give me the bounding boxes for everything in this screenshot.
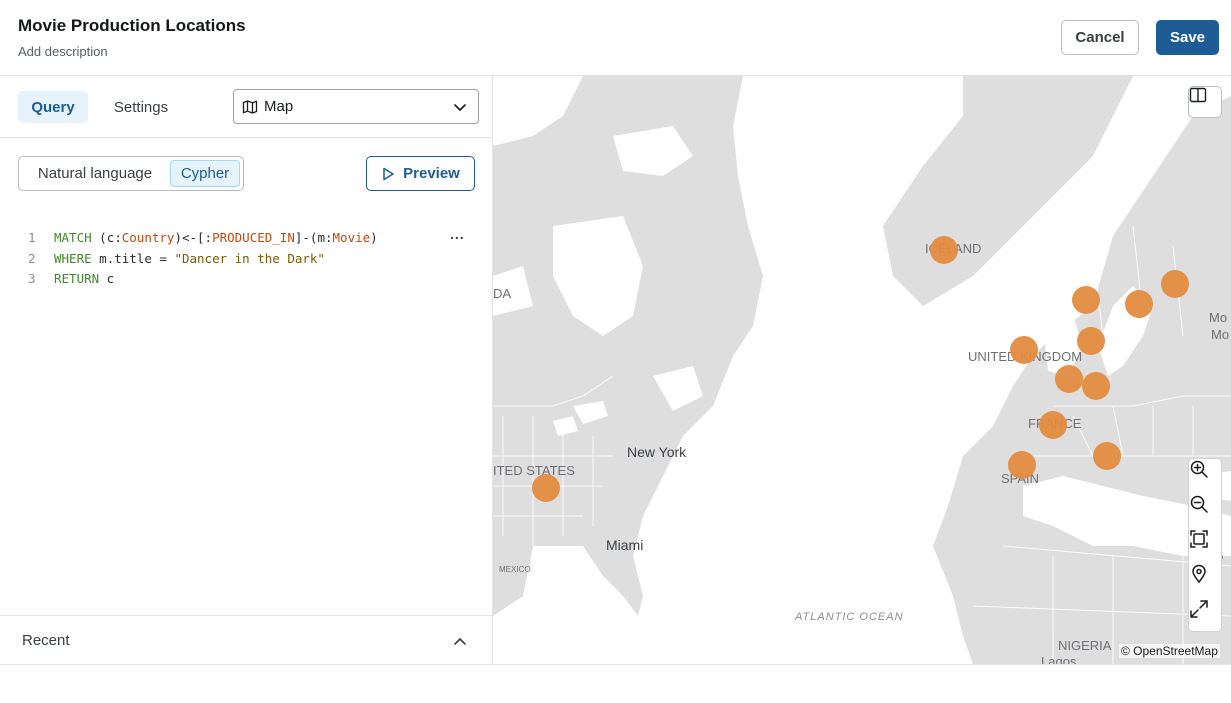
- marker-united-kingdom[interactable]: [1010, 336, 1038, 364]
- line-number: 1: [28, 230, 36, 245]
- dialog-header: Movie Production Locations Add descripti…: [0, 0, 1231, 76]
- fit-to-screen-icon: [1190, 530, 1208, 548]
- tab-query[interactable]: Query: [18, 91, 88, 123]
- query-panel: Query Settings Map Natural language Cyph…: [0, 76, 493, 664]
- dashboard-title[interactable]: Movie Production Locations: [18, 16, 246, 36]
- play-icon: [383, 167, 394, 180]
- label-moscow-2: Mo: [1211, 327, 1230, 342]
- marker-finland[interactable]: [1161, 270, 1189, 298]
- visualization-select[interactable]: Map: [233, 89, 479, 124]
- add-description-link[interactable]: Add description: [18, 44, 108, 59]
- map-attribution[interactable]: © OpenStreetMap: [1119, 644, 1220, 658]
- label-nigeria: NIGERIA: [1058, 638, 1112, 653]
- code-token: ]-(m:: [294, 230, 333, 245]
- code-line: 1 MATCH (c:Country)<-[:PRODUCED_IN]-(m:Mo…: [18, 228, 478, 249]
- chevron-up-icon[interactable]: [452, 633, 468, 649]
- line-number: 2: [28, 250, 36, 266]
- mode-natural-language[interactable]: Natural language: [22, 160, 168, 187]
- marker-spain[interactable]: [1008, 451, 1036, 479]
- code-token: RETURN: [54, 271, 100, 286]
- label-new-york: New York: [627, 444, 687, 460]
- code-token: PRODUCED_IN: [212, 230, 295, 245]
- marker-netherlands[interactable]: [1055, 365, 1083, 393]
- zoom-in-button[interactable]: [1189, 459, 1223, 493]
- marker-sweden[interactable]: [1125, 290, 1153, 318]
- recent-label: Recent: [22, 632, 70, 649]
- toggle-panel-button[interactable]: [1188, 86, 1222, 118]
- label-moscow: Mo: [1209, 310, 1228, 325]
- label-lagos: Lagos: [1041, 654, 1077, 664]
- code-text: MATCH (c:Country)<-[:PRODUCED_IN]-(m:Mov…: [46, 228, 378, 249]
- label-mexico: MEXICO: [499, 565, 531, 574]
- cypher-editor[interactable]: 1 MATCH (c:Country)<-[:PRODUCED_IN]-(m:Mo…: [18, 228, 478, 290]
- code-token: (c:: [91, 230, 122, 245]
- location-pin-icon: [1192, 564, 1206, 584]
- query-mode-toggle: Natural language Cypher: [18, 156, 244, 191]
- visualization-select-value: Map: [264, 98, 294, 115]
- code-token: WHERE: [54, 250, 92, 266]
- zoom-out-icon: [1190, 495, 1208, 513]
- chevron-down-icon: [454, 104, 466, 111]
- recent-section[interactable]: Recent: [0, 615, 492, 664]
- fullscreen-button[interactable]: [1189, 599, 1223, 633]
- marker-norway[interactable]: [1072, 286, 1100, 314]
- code-token: Country: [121, 230, 175, 245]
- label-canada: DA: [493, 286, 512, 301]
- marker-denmark[interactable]: [1077, 327, 1105, 355]
- marker-iceland[interactable]: [930, 236, 958, 264]
- label-miami: Miami: [606, 537, 644, 553]
- preview-label: Preview: [403, 165, 460, 182]
- code-token: ): [370, 230, 378, 245]
- code-token: MATCH: [54, 230, 92, 245]
- marker-italy[interactable]: [1093, 442, 1121, 470]
- save-button[interactable]: Save: [1156, 20, 1219, 55]
- locate-button[interactable]: [1189, 564, 1223, 598]
- line-number: 3: [28, 271, 36, 286]
- panel-tabs: Query Settings Map: [0, 76, 492, 138]
- cancel-button[interactable]: Cancel: [1061, 20, 1139, 55]
- zoom-out-button[interactable]: [1189, 494, 1223, 528]
- code-token: "Dancer in the Dark": [174, 250, 325, 266]
- code-token: m.title =: [91, 250, 175, 266]
- expand-icon: [1190, 600, 1208, 618]
- fit-bounds-button[interactable]: [1189, 529, 1223, 563]
- code-token: c: [99, 271, 115, 286]
- code-line: 2 WHERE m.title = "Dancer in the Dark": [18, 249, 478, 270]
- code-token: Movie: [332, 230, 371, 245]
- panel-layout-icon: [1189, 87, 1207, 103]
- preview-button[interactable]: Preview: [366, 156, 475, 191]
- code-text: WHERE m.title = "Dancer in the Dark": [46, 249, 325, 270]
- marker-germany[interactable]: [1082, 372, 1110, 400]
- dialog-footer: [0, 664, 1231, 703]
- zoom-in-icon: [1190, 460, 1208, 478]
- map-controls: [1188, 458, 1222, 632]
- code-token: )<-[:: [174, 230, 213, 245]
- map-canvas: [493, 76, 1231, 664]
- tab-settings[interactable]: Settings: [102, 91, 180, 123]
- marker-united-states[interactable]: [532, 474, 560, 502]
- label-atlantic-ocean: ATLANTIC OCEAN: [795, 611, 904, 623]
- map-view[interactable]: ICELAND DA UNITED KINGDOM FRANCE SPAIN I…: [493, 76, 1231, 664]
- mode-cypher[interactable]: Cypher: [170, 160, 240, 187]
- code-text: RETURN c: [46, 269, 114, 290]
- code-line: 3 RETURN c: [18, 269, 478, 290]
- label-united-states: ITED STATES: [493, 463, 575, 478]
- marker-france[interactable]: [1039, 411, 1067, 439]
- map-icon: [242, 99, 258, 114]
